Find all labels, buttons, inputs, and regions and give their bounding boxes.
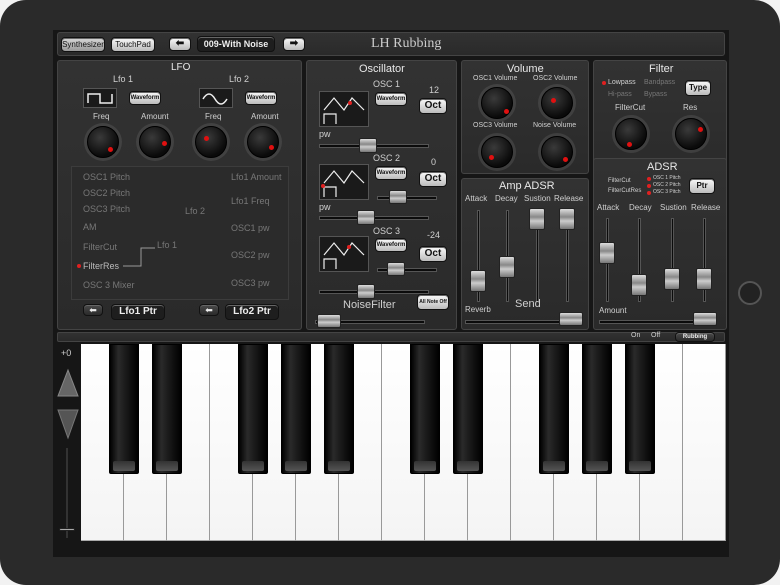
octave-down-icon[interactable] [57, 408, 79, 440]
synth-screen: Synthesizer TouchPad ⬅ 009-With Noise ➡ … [53, 30, 729, 557]
pitch-wheel-handle[interactable] [59, 528, 75, 531]
black-key[interactable] [410, 344, 440, 474]
octave-indicator: +0 [61, 348, 72, 358]
octave-up-icon[interactable] [57, 368, 79, 398]
home-button[interactable] [738, 281, 762, 305]
black-key[interactable] [324, 344, 354, 474]
black-key[interactable] [582, 344, 612, 474]
black-key[interactable] [453, 344, 483, 474]
black-key[interactable] [539, 344, 569, 474]
black-key[interactable] [281, 344, 311, 474]
black-key[interactable] [625, 344, 655, 474]
piano-keyboard[interactable] [81, 30, 729, 557]
black-key[interactable] [152, 344, 182, 474]
white-key[interactable] [683, 344, 726, 541]
black-key[interactable] [109, 344, 139, 474]
device-frame: Synthesizer TouchPad ⬅ 009-With Noise ➡ … [0, 0, 780, 585]
black-key[interactable] [238, 344, 268, 474]
pitch-wheel-track[interactable] [66, 448, 68, 538]
